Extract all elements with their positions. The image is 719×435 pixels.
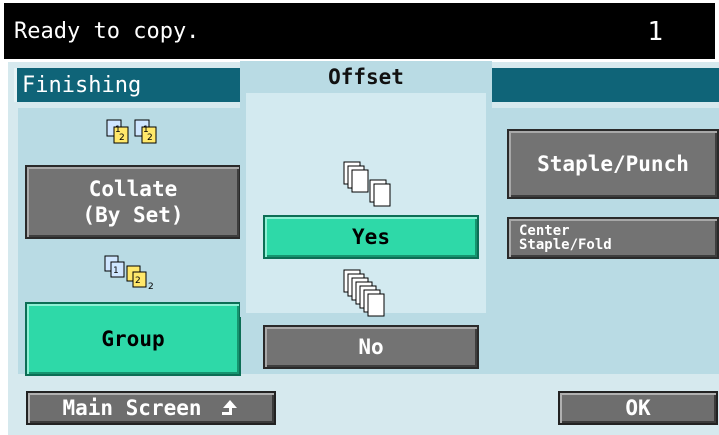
center-staple-fold-button[interactable]: Center Staple/Fold [507, 217, 719, 259]
offset-no-button[interactable]: No [263, 325, 479, 369]
copy-count: 1 [647, 17, 663, 47]
return-arrow-icon [221, 400, 237, 415]
offset-yes-button[interactable]: Yes [263, 215, 479, 259]
svg-text:1: 1 [113, 266, 119, 276]
svg-text:2: 2 [148, 282, 154, 292]
group-button[interactable]: Group [25, 302, 241, 376]
collate-icon: 1 2 1 2 [106, 119, 157, 144]
no-offset-stack-icon [343, 269, 385, 317]
svg-text:2: 2 [147, 133, 153, 143]
ok-button[interactable]: OK [558, 391, 718, 425]
group-icon: 1 2 2 [104, 255, 154, 292]
svg-text:2: 2 [135, 276, 141, 286]
staple-punch-button[interactable]: Staple/Punch [507, 129, 719, 199]
status-message: Ready to copy. [14, 19, 200, 44]
main-screen-label: Main Screen [62, 396, 202, 420]
offset-stack-icon [343, 161, 391, 207]
svg-text:2: 2 [119, 133, 125, 143]
offset-title: Offset [328, 65, 404, 89]
main-screen-button[interactable]: Main Screen [26, 391, 276, 425]
collate-button[interactable]: Collate (By Set) [25, 165, 241, 239]
page-title: Finishing [22, 73, 142, 98]
status-bar: Ready to copy. 1 [4, 3, 715, 59]
